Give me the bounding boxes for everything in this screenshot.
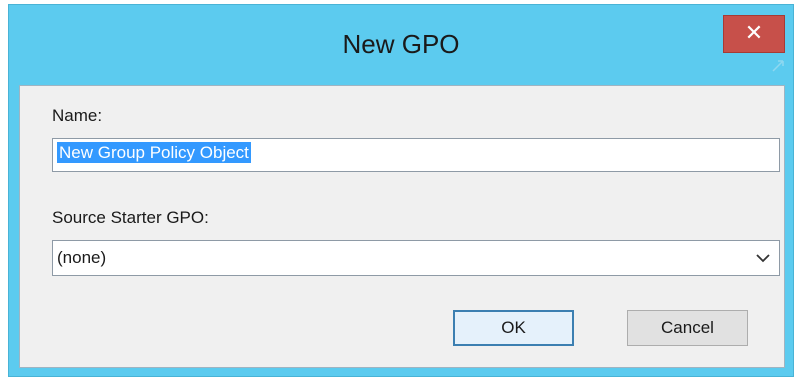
source-starter-gpo-select[interactable]: (none) [52, 240, 780, 276]
cancel-button[interactable]: Cancel [627, 310, 748, 346]
chevron-down-icon[interactable] [751, 246, 775, 270]
source-starter-gpo-value: (none) [57, 248, 107, 267]
dialog-body: Name: New Group Policy Object Source Sta… [19, 85, 785, 368]
source-starter-gpo-label: Source Starter GPO: [52, 208, 209, 227]
name-input-value: New Group Policy Object [57, 142, 251, 163]
resize-grip-icon [772, 60, 784, 72]
name-label: Name: [52, 106, 103, 125]
ok-button[interactable]: OK [453, 310, 574, 346]
name-input[interactable]: New Group Policy Object [52, 138, 780, 172]
close-button[interactable]: ✕ [723, 15, 785, 53]
dialog-title: New GPO [342, 29, 460, 59]
title-bar[interactable]: New GPO ✕ [9, 5, 793, 85]
close-icon: ✕ [744, 21, 764, 46]
new-gpo-dialog: New GPO ✕ Name: New Group Policy Object … [8, 4, 794, 377]
